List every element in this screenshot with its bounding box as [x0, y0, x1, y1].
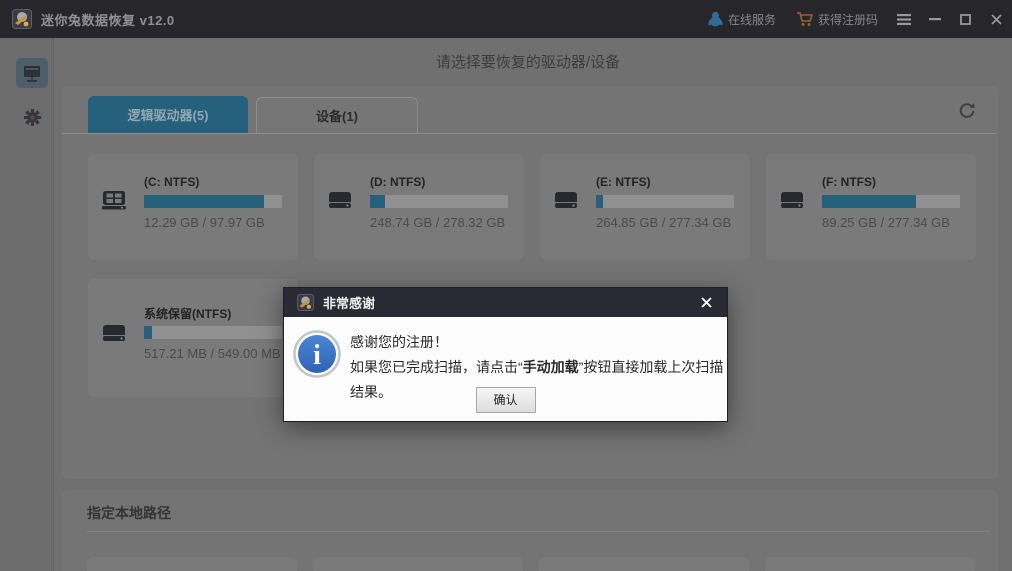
get-register-code-button[interactable]: 获得注册码 — [786, 0, 888, 38]
drive-icon — [554, 190, 578, 210]
local-path-card[interactable] — [765, 557, 975, 571]
drive-icon — [780, 190, 804, 210]
drive-name: (E: NTFS) — [596, 175, 651, 189]
info-icon: i — [293, 330, 341, 378]
thank-you-dialog: 非常感谢 i 感谢您的注册！ 如果您 — [283, 287, 728, 422]
maximize-icon — [960, 14, 971, 25]
dialog-message-line2: 如果您已完成扫描，请点击“手动加载”按钮直接加载上次扫描结果。 — [350, 355, 727, 405]
disk-usage-bar — [144, 326, 282, 339]
tab-divider — [62, 133, 996, 134]
drive-size: 264.85 GB / 277.34 GB — [596, 215, 731, 230]
svg-text:i: i — [313, 340, 321, 371]
drive-card-system-reserved[interactable]: 系统保留(NTFS) 517.21 MB / 549.00 MB — [88, 279, 298, 397]
local-path-divider — [87, 531, 990, 532]
close-window-button[interactable] — [981, 0, 1012, 38]
online-service-button[interactable]: 在线服务 — [698, 0, 786, 38]
drive-name: 系统保留(NTFS) — [144, 305, 231, 322]
tab-logical-drives-label: 逻辑驱动器(5) — [128, 105, 209, 124]
local-path-panel: 指定本地路径 — [62, 490, 998, 571]
settings-gear-icon — [24, 109, 41, 126]
drive-size: 89.25 GB / 277.34 GB — [822, 215, 950, 230]
online-service-label: 在线服务 — [728, 11, 776, 28]
drive-card-c[interactable]: (C: NTFS) 12.29 GB / 97.97 GB — [88, 154, 298, 260]
drive-card-e[interactable]: (E: NTFS) 264.85 GB / 277.34 GB — [540, 154, 750, 260]
system-drive-icon — [102, 190, 126, 210]
disk-usage-bar — [596, 195, 734, 208]
app-title: 迷你兔数据恢复 v12.0 — [41, 10, 175, 29]
local-path-card-grid — [87, 557, 975, 571]
drive-icon — [328, 190, 352, 210]
tab-devices-label: 设备(1) — [316, 106, 358, 125]
dialog-title: 非常感谢 — [323, 293, 375, 312]
drive-name: (C: NTFS) — [144, 175, 199, 189]
tab-devices[interactable]: 设备(1) — [256, 97, 418, 133]
disk-usage-fill — [822, 195, 916, 208]
disk-usage-fill — [370, 195, 385, 208]
local-path-heading: 指定本地路径 — [87, 503, 171, 523]
disk-usage-bar — [370, 195, 508, 208]
disk-usage-fill — [144, 326, 152, 339]
minimize-button[interactable] — [919, 0, 950, 38]
qq-penguin-icon — [708, 11, 723, 27]
drive-card-f[interactable]: (F: NTFS) 89.25 GB / 277.34 GB — [766, 154, 976, 260]
sidebar — [0, 38, 54, 571]
menu-button[interactable] — [888, 0, 919, 38]
disk-usage-bar — [144, 195, 282, 208]
dialog-logo-icon — [297, 294, 314, 311]
close-icon — [991, 14, 1002, 25]
titlebar: 迷你兔数据恢复 v12.0 在线服务 获得注册码 — [0, 0, 1012, 38]
drive-name: (F: NTFS) — [822, 175, 876, 189]
drive-size: 517.21 MB / 549.00 MB — [144, 346, 281, 361]
dialog-close-button[interactable] — [695, 292, 717, 314]
app-logo-icon — [12, 9, 32, 29]
tab-logical-drives[interactable]: 逻辑驱动器(5) — [88, 96, 248, 133]
local-path-card[interactable] — [87, 557, 297, 571]
confirm-button[interactable]: 确认 — [475, 387, 535, 413]
dialog-titlebar: 非常感谢 — [284, 288, 727, 317]
hamburger-menu-icon — [897, 14, 911, 25]
manual-load-keyword: 手动加载 — [523, 359, 579, 375]
sidebar-item-settings[interactable] — [19, 104, 45, 130]
disk-usage-fill — [144, 195, 264, 208]
page-title: 请选择要恢复的驱动器/设备 — [54, 51, 1002, 72]
sidebar-item-drives[interactable] — [16, 58, 48, 88]
dialog-close-icon — [701, 297, 712, 308]
dialog-message-line1: 感谢您的注册！ — [350, 330, 727, 355]
local-path-card[interactable] — [313, 557, 523, 571]
refresh-icon[interactable] — [958, 102, 976, 120]
minimize-icon — [929, 18, 941, 21]
local-path-card[interactable] — [539, 557, 749, 571]
monitor-icon — [22, 65, 42, 82]
get-register-code-label: 获得注册码 — [818, 11, 878, 28]
dialog-message: 感谢您的注册！ 如果您已完成扫描，请点击“手动加载”按钮直接加载上次扫描结果。 — [350, 330, 727, 405]
drive-name: (D: NTFS) — [370, 175, 425, 189]
drive-icon — [102, 323, 126, 343]
drive-size: 12.29 GB / 97.97 GB — [144, 215, 265, 230]
dialog-body: i 感谢您的注册！ 如果您已完成扫描，请点击“手动加载”按钮直接加载上次扫描结果… — [284, 317, 727, 421]
maximize-button[interactable] — [950, 0, 981, 38]
drive-size: 248.74 GB / 278.32 GB — [370, 215, 505, 230]
cart-icon — [796, 12, 813, 27]
app-window: 迷你兔数据恢复 v12.0 在线服务 获得注册码 — [0, 0, 1012, 571]
disk-usage-bar — [822, 195, 960, 208]
disk-usage-fill — [596, 195, 603, 208]
drive-card-d[interactable]: (D: NTFS) 248.74 GB / 278.32 GB — [314, 154, 524, 260]
